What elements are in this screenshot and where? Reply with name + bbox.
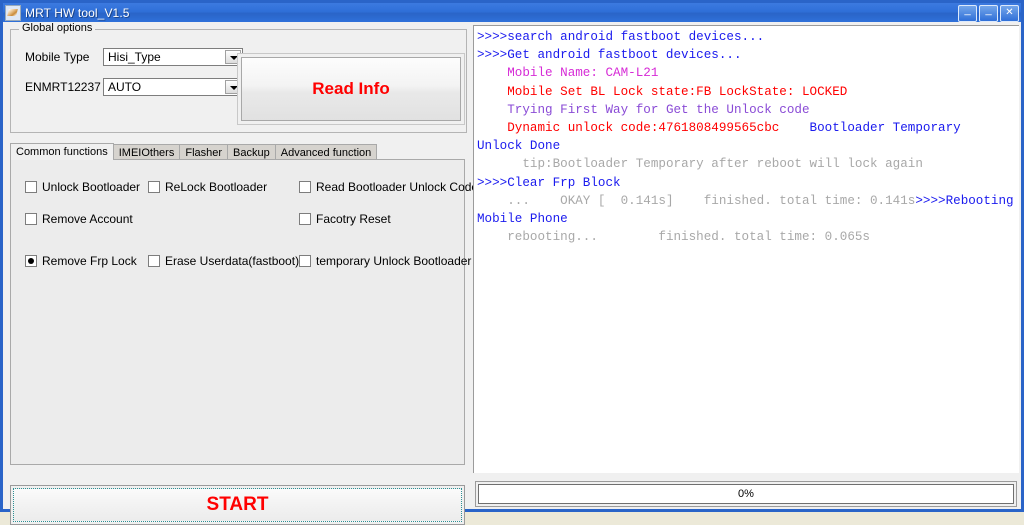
- tab-strip: Common functions IMEIOthers Flasher Backup A…: [10, 143, 465, 160]
- maximize-icon: _: [985, 4, 992, 16]
- log-text: >>>>search android fastboot devices... >…: [474, 26, 1019, 246]
- client-area: Global options Mobile Type Hisi_Type ENM…: [3, 22, 1021, 525]
- option-label: Unlock Bootloader: [42, 180, 141, 194]
- checkbox-icon[interactable]: [148, 181, 160, 193]
- checkbox-icon[interactable]: [299, 181, 311, 193]
- option-label: Remove Frp Lock: [42, 254, 137, 268]
- option-label: Remove Account: [42, 212, 133, 226]
- mobile-type-value: Hisi_Type: [108, 50, 161, 64]
- mobile-type-select[interactable]: Hisi_Type: [103, 48, 243, 66]
- checkbox-icon[interactable]: [148, 255, 160, 267]
- log-segment: Mobile Name: CAM-L21: [507, 66, 659, 81]
- log-segment: tip:Bootloader Temporary after reboot wi…: [522, 157, 923, 172]
- common-functions-panel: Unlock Bootloader ReLock Bootloader Read B…: [10, 159, 478, 465]
- window-title: MRT HW tool_V1.5: [25, 5, 130, 20]
- mobile-type-row: Mobile Type Hisi_Type: [25, 48, 243, 66]
- checkbox-icon[interactable]: [25, 181, 37, 193]
- tab-advanced-function[interactable]: Advanced function: [274, 144, 378, 160]
- application-window: MRT HW tool_V1.5 _ _ ✕ Global options Mo…: [0, 0, 1024, 525]
- start-button[interactable]: START: [13, 488, 462, 522]
- option-read-bootloader-unlock-code[interactable]: Read Bootloader Unlock Code: [299, 180, 478, 194]
- enmrt-select[interactable]: AUTO: [103, 78, 243, 96]
- log-segment: rebooting... finished. total time: 0.065…: [507, 230, 870, 245]
- option-label: Read Bootloader Unlock Code: [316, 180, 479, 194]
- option-erase-userdata-fastboot[interactable]: Erase Userdata(fastboot): [148, 254, 299, 268]
- close-icon: ✕: [1005, 7, 1014, 18]
- option-remove-account[interactable]: Remove Account: [25, 212, 133, 226]
- mobile-type-label: Mobile Type: [25, 50, 90, 64]
- start-container: START: [10, 485, 465, 525]
- log-segment: Mobile Set BL Lock state:FB LockState: L…: [507, 84, 848, 99]
- option-facotry-reset[interactable]: Facotry Reset: [299, 212, 391, 226]
- title-bar: MRT HW tool_V1.5 _ _ ✕: [3, 3, 1021, 22]
- tab-imeiothers[interactable]: IMEIOthers: [112, 144, 181, 160]
- checkbox-icon[interactable]: [299, 255, 311, 267]
- option-label: ReLock Bootloader: [165, 180, 268, 194]
- log-segment: ... OKAY [ 0.141s] finished. total time:…: [477, 193, 916, 208]
- global-options-legend: Global options: [19, 22, 96, 34]
- left-panel: Global options Mobile Type Hisi_Type ENM…: [5, 22, 478, 525]
- checkbox-icon[interactable]: [299, 213, 311, 225]
- log-segment: Dynamic unlock code:4761808499565cbc: [477, 121, 810, 136]
- read-info-container: Read Info: [237, 53, 465, 125]
- option-remove-frp-lock[interactable]: Remove Frp Lock: [25, 254, 137, 268]
- maximize-button[interactable]: _: [979, 4, 998, 22]
- log-segment: >>>>search android fastboot devices...: [477, 30, 765, 44]
- progress-label: 0%: [738, 488, 754, 500]
- read-info-button[interactable]: Read Info: [241, 57, 461, 121]
- log-segment: Trying First Way for Get the Unlock code: [507, 102, 810, 117]
- option-label: Facotry Reset: [316, 212, 391, 226]
- enmrt-label: ENMRT12237: [25, 80, 101, 94]
- checkbox-checked-icon[interactable]: [25, 255, 37, 267]
- minimize-button[interactable]: _: [958, 4, 977, 22]
- option-relock-bootloader[interactable]: ReLock Bootloader: [148, 180, 267, 194]
- enmrt-value: AUTO: [108, 80, 142, 94]
- checkbox-icon[interactable]: [25, 213, 37, 225]
- log-segment: >>>>Clear Frp Block: [477, 175, 621, 190]
- option-temporary-unlock-bootloader[interactable]: temporary Unlock Bootloader: [299, 254, 471, 268]
- option-label: Erase Userdata(fastboot): [165, 254, 300, 268]
- log-segment: >>>>Get android fastboot devices...: [477, 48, 742, 63]
- option-label: temporary Unlock Bootloader: [316, 254, 472, 268]
- tab-flasher[interactable]: Flasher: [179, 144, 229, 160]
- progress-bar: 0%: [478, 484, 1014, 504]
- log-output[interactable]: >>>>search android fastboot devices... >…: [473, 25, 1019, 473]
- minimize-icon: _: [964, 4, 971, 16]
- window-controls: _ _ ✕: [958, 4, 1019, 22]
- progress-container: 0%: [475, 481, 1017, 507]
- option-unlock-bootloader[interactable]: Unlock Bootloader: [25, 180, 140, 194]
- app-icon: [5, 4, 21, 21]
- close-button[interactable]: ✕: [1000, 5, 1019, 22]
- enmrt-row: ENMRT12237 AUTO: [25, 78, 243, 96]
- tab-backup[interactable]: Backup: [227, 144, 276, 160]
- right-panel: >>>>search android fastboot devices... >…: [473, 23, 1019, 507]
- tab-common-functions[interactable]: Common functions: [10, 143, 114, 160]
